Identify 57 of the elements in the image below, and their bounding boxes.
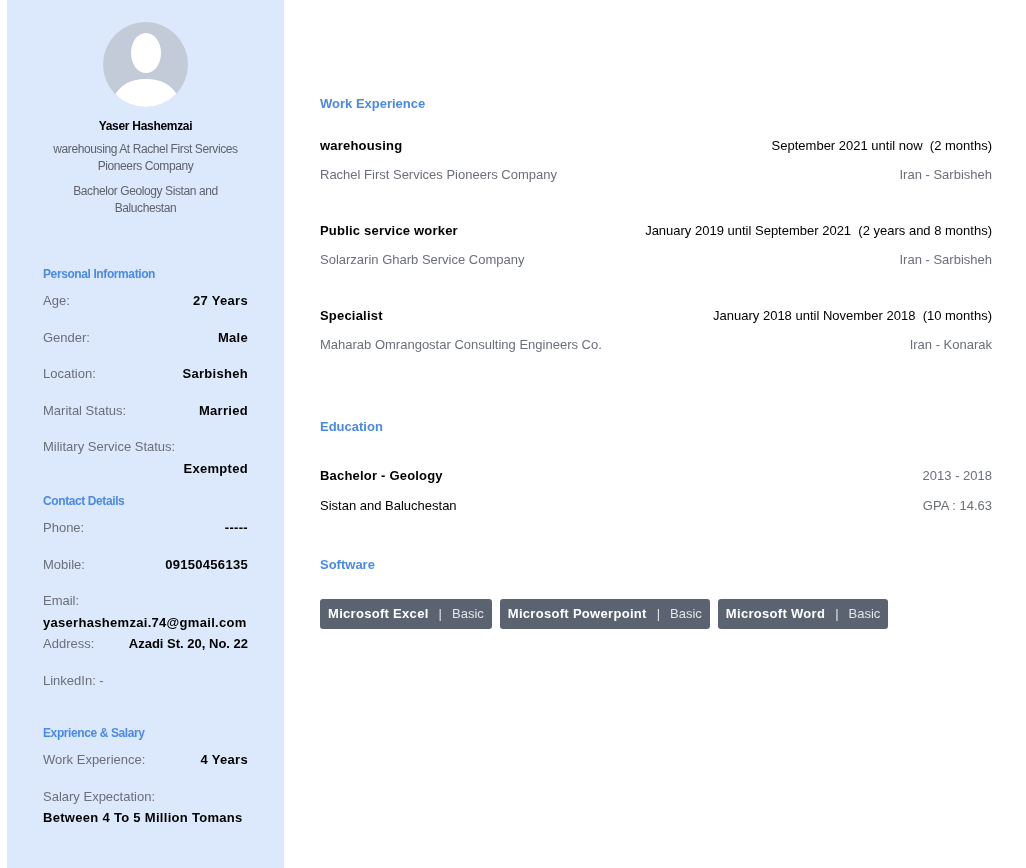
job-period: September 2021 until now (2 months) [771,136,992,155]
profile-education: Bachelor Geology Sistan and Baluchestan [72,183,219,217]
job-title: Public service worker [320,221,458,240]
section-heading: Contact Details [43,493,126,510]
job-location: Iran - Sarbisheh [899,251,992,269]
separator-text: | [835,604,839,623]
education-years: 2013 - 2018 [922,467,992,485]
job-title: Specialist [320,306,383,325]
field-label: Mobile: [43,555,85,574]
field-value: Exempted [183,459,248,478]
skill-level: Basic [848,604,881,623]
gpa-text: GPA : 14.63 [922,496,992,515]
field-label: Work Experience: [43,751,146,769]
field-value: yaserhashemzai.74@gmail.com [43,613,248,632]
profile-headline: warehousing At Rachel First Services Pioneers Company [52,141,239,175]
section-heading: Education [320,417,384,436]
section-heading: Personal Information [43,266,157,283]
separator-text: | [438,604,442,623]
linkedin-text: LinkedIn: - [43,671,104,690]
degree-title: Bachelor - Geology [320,467,443,485]
field-value: ----- [224,519,248,537]
section-heading: Work Experience [320,95,427,113]
field-label: Military Service Status: [43,438,177,456]
field-label: Gender: [43,328,90,347]
company-name: Rachel First Services Pioneers Company [320,166,557,184]
job-location: Iran - Konarak [909,336,992,354]
job-period: January 2019 until September 2021 (2 years and 8 months) [645,221,992,240]
university-name: Sistan and Baluchestan [320,496,457,515]
job-title: warehousing [320,136,403,155]
company-name: Solarzarin Gharb Service Company [320,251,525,269]
company-name: Maharab Omrangostar Consulting Engineers Co. [320,336,602,354]
field-value: Married [198,401,248,420]
separator-text: | [656,604,661,623]
section-heading: Exprience & Salary [43,725,146,742]
field-value: Male [217,328,248,347]
software-name: Microsoft Powerpoint [507,604,647,623]
field-label: Email: [43,592,81,610]
field-value: 4 Years [200,751,248,769]
skill-level: Basic [452,604,484,623]
section-heading: Software [320,556,376,574]
field-value: Sarbisheh [182,365,248,383]
field-label: Location: [43,365,96,383]
field-label: Age: [43,292,70,310]
software-name: Microsoft Excel [328,604,429,623]
job-period: January 2018 until November 2018 (10 months) [713,306,992,325]
profile-name: Yaser Hashemzai [97,118,194,135]
skill-level: Basic [670,604,702,623]
field-value: 27 Years [193,292,248,310]
field-label: Phone: [43,519,85,537]
field-value: 09150456135 [165,555,248,574]
field-label: Marital Status: [43,401,127,420]
field-label: Address: [43,635,95,653]
software-name: Microsoft Word [725,604,826,623]
field-label: Salary Expectation: [43,787,156,806]
field-value: Between 4 To 5 Million Tomans [43,809,244,827]
job-location: Iran - Sarbisheh [899,166,992,184]
field-value: Azadi St. 20, No. 22 [128,635,248,653]
